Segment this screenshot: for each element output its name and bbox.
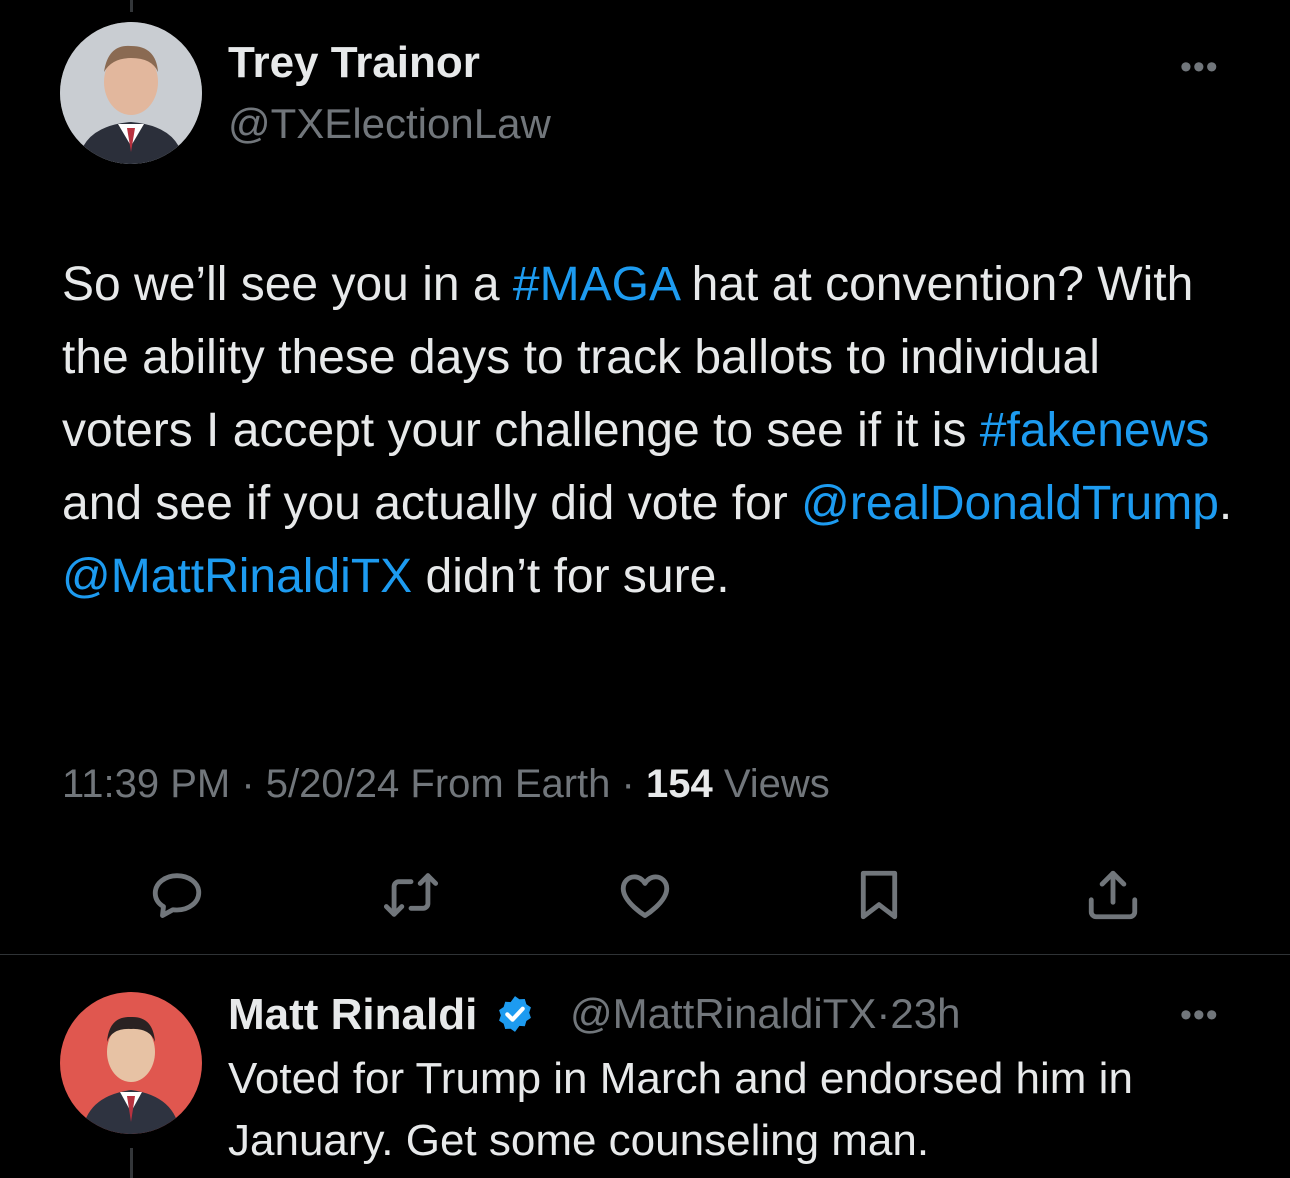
bookmark-icon bbox=[860, 870, 898, 920]
tweet-text: So we’ll see you in a #MAGA hat at conve… bbox=[62, 248, 1242, 613]
bookmark-button[interactable] bbox=[844, 860, 914, 930]
reply-button[interactable] bbox=[142, 860, 212, 930]
reply-author-name-text[interactable]: Matt Rinaldi bbox=[228, 990, 477, 1039]
mention-mattrinalditx-link[interactable]: @MattRinaldiTX bbox=[62, 550, 412, 603]
tweet-date[interactable]: 5/20/24 bbox=[266, 762, 399, 806]
share-button[interactable] bbox=[1078, 860, 1148, 930]
text-segment: didn’t for sure. bbox=[412, 550, 730, 603]
hashtag-fakenews-link[interactable]: #fakenews bbox=[980, 404, 1209, 457]
hashtag-maga-link[interactable]: #MAGA bbox=[513, 258, 678, 311]
author-handle[interactable]: @TXElectionLaw bbox=[228, 100, 551, 148]
reply-icon bbox=[152, 873, 202, 918]
thread-line-bottom bbox=[130, 1148, 133, 1178]
verified-badge-icon bbox=[498, 996, 531, 1032]
retweet-icon bbox=[383, 873, 439, 917]
reply-more-options-icon[interactable]: ••• bbox=[1180, 998, 1219, 1032]
text-segment: So we’ll see you in a bbox=[62, 258, 513, 311]
like-button[interactable] bbox=[610, 860, 680, 930]
reply-text: Voted for Trump in March and endorsed hi… bbox=[228, 1054, 1133, 1165]
reply-handle-text[interactable]: @MattRinaldiTX bbox=[570, 990, 876, 1037]
tweet-source: From Earth bbox=[399, 762, 611, 806]
reply-time[interactable]: ·23h bbox=[876, 990, 960, 1037]
text-segment: . bbox=[1218, 477, 1233, 530]
action-bar bbox=[0, 860, 1290, 930]
retweet-button[interactable] bbox=[376, 860, 446, 930]
text-segment: and see if you actually did vote for bbox=[62, 477, 802, 530]
tweet-time[interactable]: 11:39 PM bbox=[62, 762, 230, 806]
mention-realdonaldtrump-link[interactable]: @realDonaldTrump bbox=[801, 477, 1219, 530]
reply-author-handle[interactable]: @MattRinaldiTX·23h bbox=[570, 990, 960, 1038]
author-avatar[interactable] bbox=[60, 22, 202, 164]
views-count[interactable]: 154 bbox=[646, 762, 713, 806]
more-options-icon[interactable]: ••• bbox=[1180, 50, 1219, 84]
divider bbox=[0, 954, 1290, 955]
reply-author-name[interactable]: Matt Rinaldi bbox=[228, 990, 536, 1040]
like-icon bbox=[620, 874, 670, 918]
meta-separator: · bbox=[610, 762, 646, 806]
views-label[interactable]: Views bbox=[713, 762, 830, 806]
share-icon bbox=[1088, 870, 1138, 920]
meta-separator: · bbox=[230, 762, 266, 806]
author-name[interactable]: Trey Trainor bbox=[228, 38, 480, 88]
thread-line-top bbox=[130, 0, 133, 12]
tweet-meta: 11:39 PM · 5/20/24 From Earth · 154 View… bbox=[62, 762, 830, 807]
reply-author-avatar[interactable] bbox=[60, 992, 202, 1134]
